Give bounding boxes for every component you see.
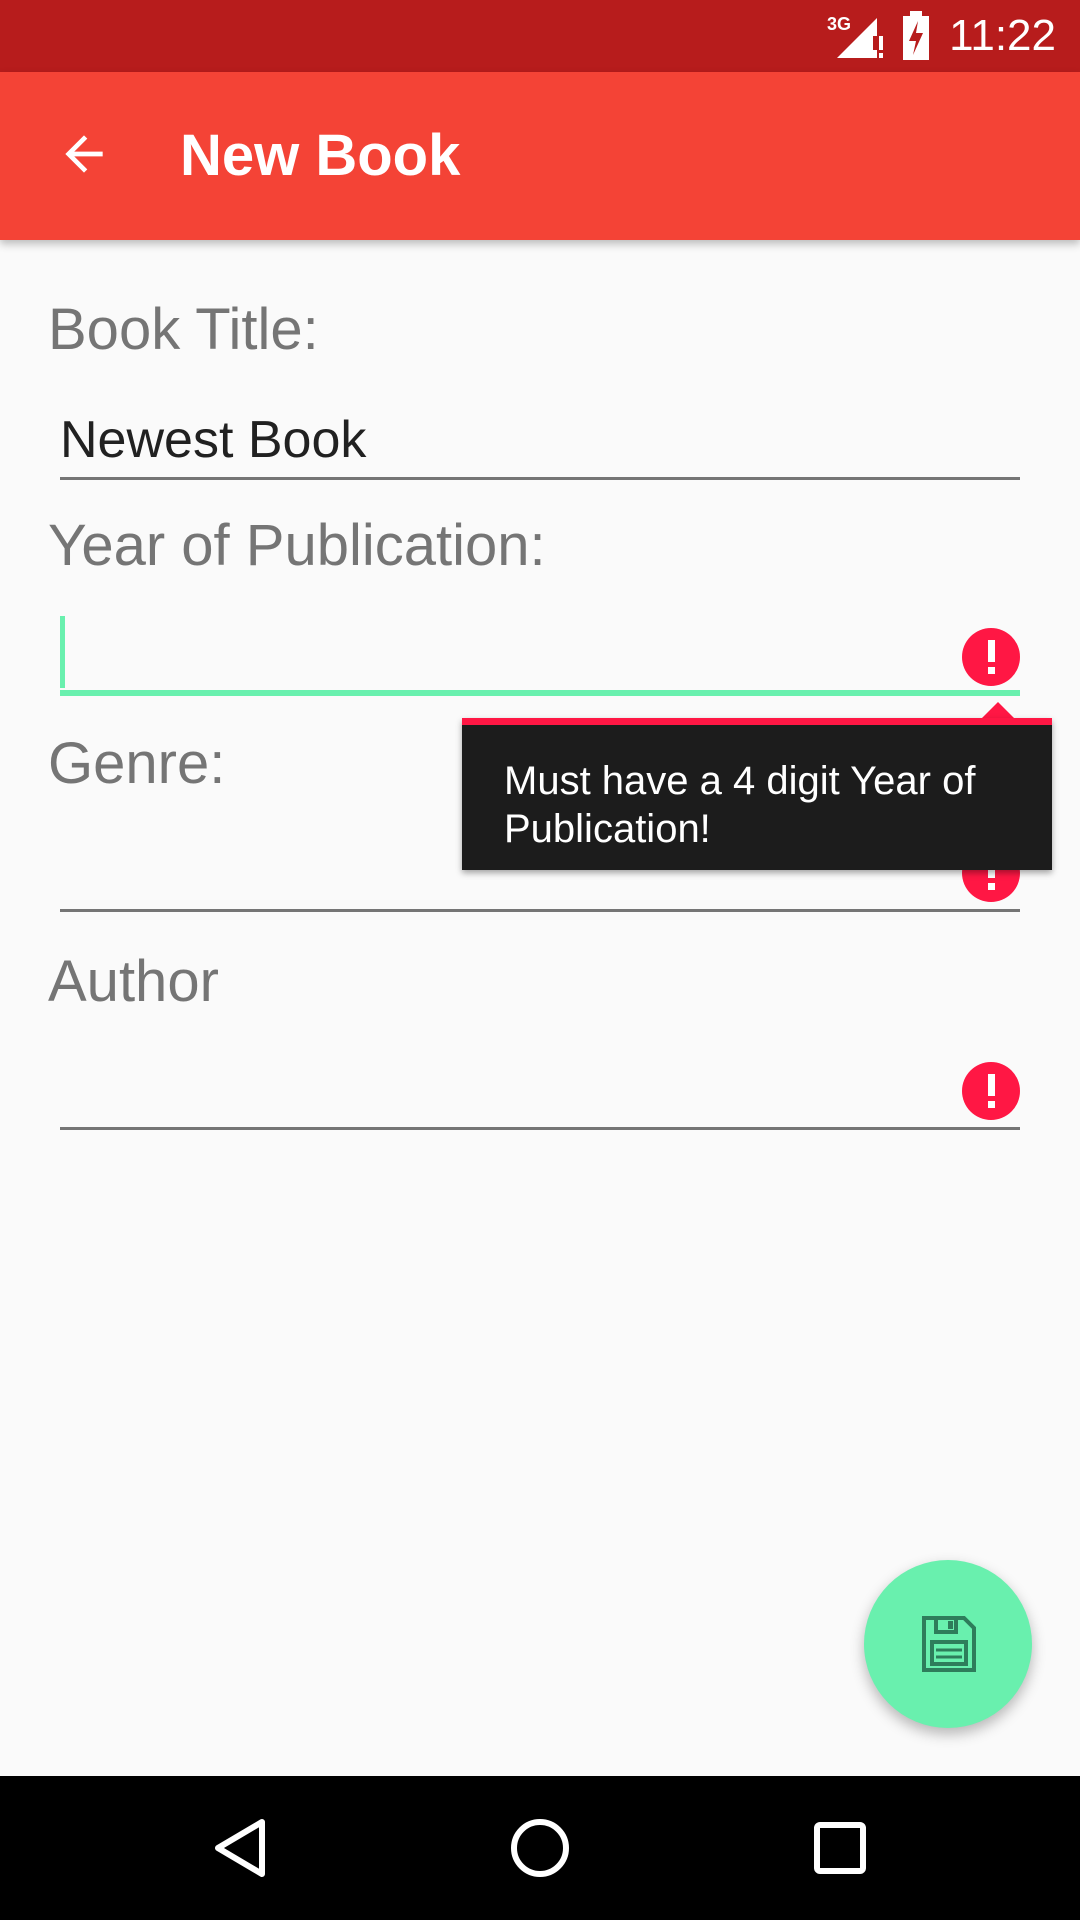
text-cursor: [60, 616, 65, 688]
back-triangle-icon: [215, 1819, 265, 1877]
book-title-label: Book Title:: [48, 297, 319, 362]
page-title: New Book: [180, 123, 461, 188]
year-input[interactable]: [60, 616, 1020, 696]
status-icons: 3G 11:22: [827, 0, 1056, 72]
status-time: 11:22: [949, 11, 1056, 60]
error-tooltip: Must have a 4 digit Year of Publication!: [462, 718, 1052, 870]
signal-3g-icon: 3G: [827, 14, 884, 58]
nav-home-button[interactable]: [490, 1798, 590, 1898]
nav-back-button[interactable]: [190, 1798, 290, 1898]
battery-charging-icon: [903, 11, 930, 60]
nav-recents-button[interactable]: [790, 1798, 890, 1898]
error-icon[interactable]: [962, 1062, 1020, 1120]
author-input[interactable]: [60, 1050, 1020, 1130]
navigation-bar: [0, 1776, 1080, 1920]
arrow-back-icon: [65, 135, 103, 173]
svg-text:3G: 3G: [827, 14, 851, 34]
author-label: Author: [48, 949, 219, 1014]
home-circle-icon: [511, 1819, 569, 1877]
save-button[interactable]: [864, 1560, 1032, 1728]
error-tooltip-message: Must have a 4 digit Year of Publication!: [504, 759, 976, 851]
book-title-value: Newest Book: [60, 411, 367, 469]
book-title-input[interactable]: Newest Book: [60, 400, 1020, 480]
back-button[interactable]: [48, 118, 120, 190]
error-icon[interactable]: [962, 628, 1020, 686]
book-title-underline: [60, 477, 1020, 480]
status-bar: 3G 11:22: [0, 0, 1080, 72]
save-floppy-icon: [922, 1616, 976, 1672]
app-bar: New Book: [0, 72, 1080, 240]
year-label: Year of Publication:: [48, 513, 546, 578]
recents-square-icon: [814, 1822, 866, 1874]
author-underline: [60, 1127, 1020, 1130]
genre-underline: [60, 909, 1020, 912]
genre-label: Genre:: [48, 731, 226, 796]
year-underline: [60, 690, 1020, 696]
